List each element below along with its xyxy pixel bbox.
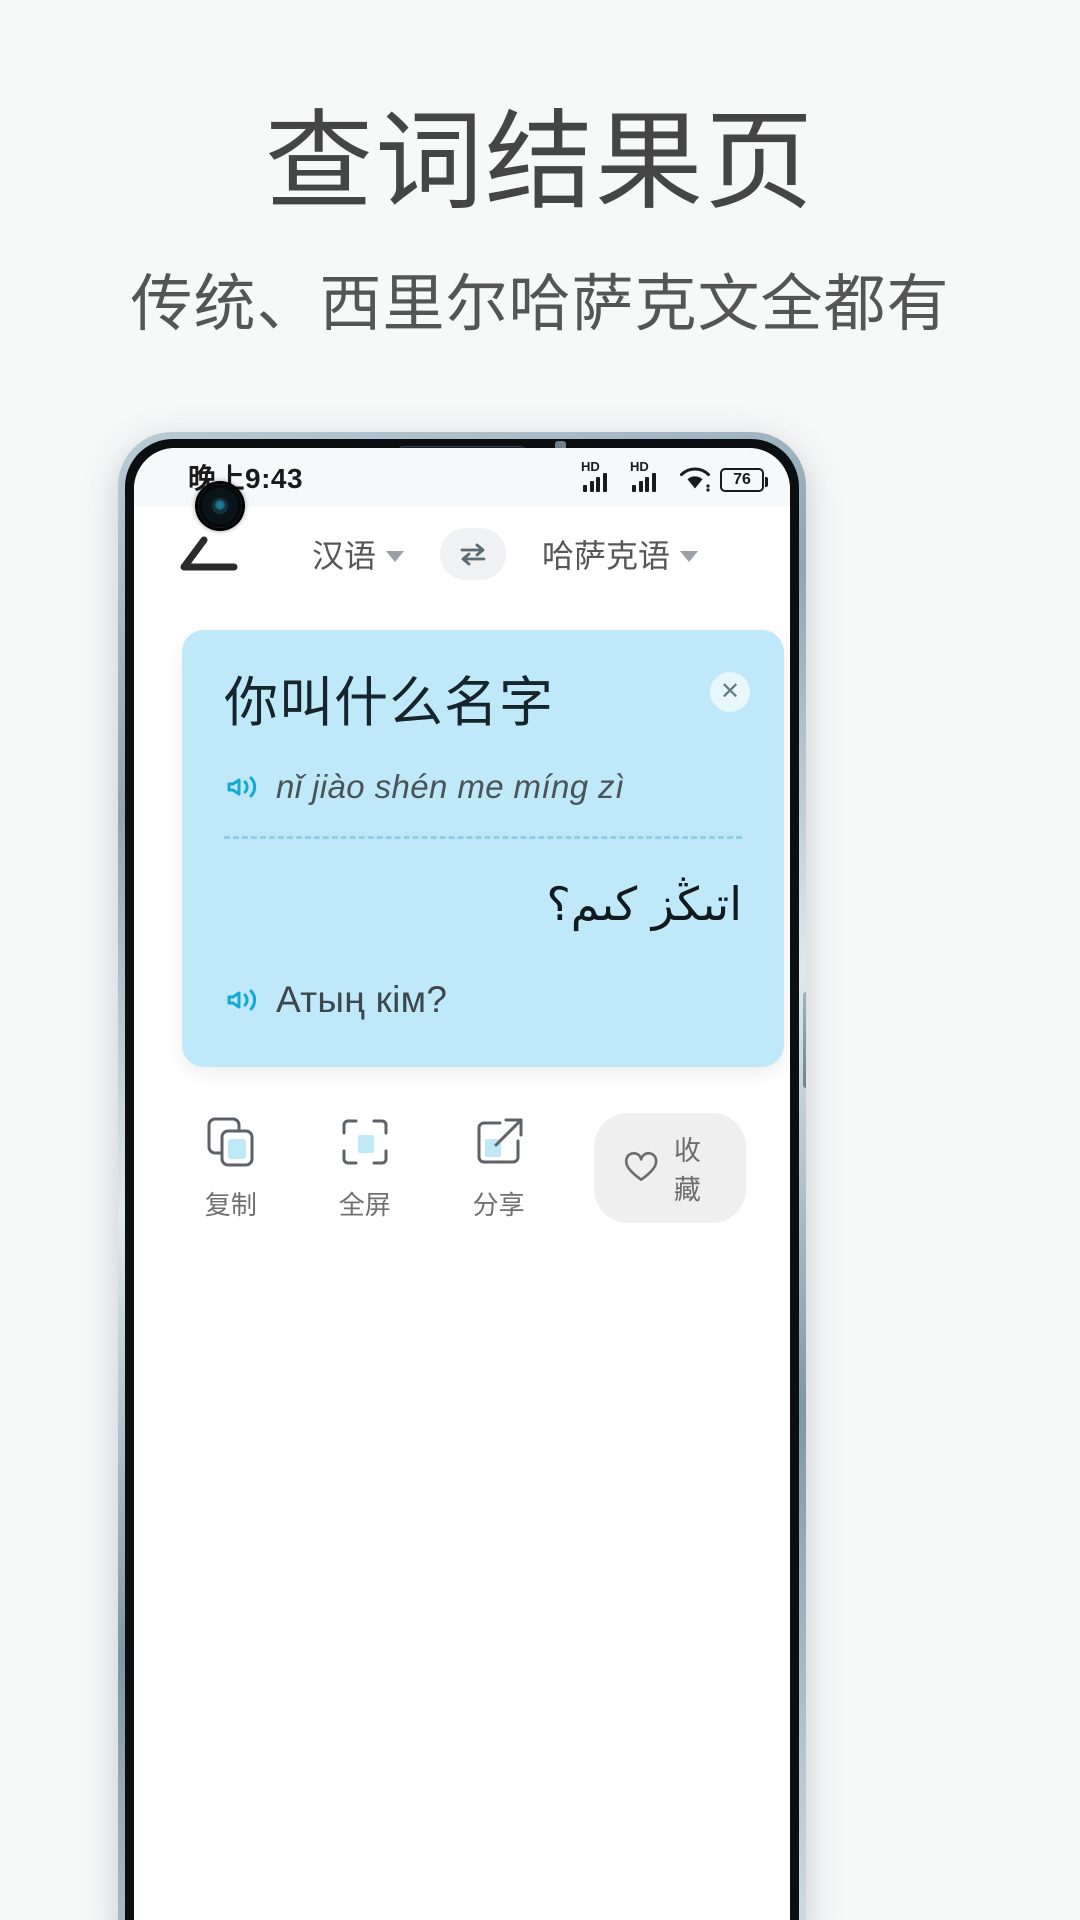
front-camera-punch-hole xyxy=(198,484,242,528)
status-icons: HD HD 76 xyxy=(581,459,768,492)
speaker-icon[interactable] xyxy=(224,770,262,804)
battery-icon: 76 xyxy=(720,468,768,492)
source-language-selector[interactable]: 汉语 xyxy=(312,531,404,577)
phone-bezel: 晚上9:43 HD HD 76 汉语 哈萨克语 ✕ 你叫什么名字 nǐ jiào… xyxy=(125,439,799,1920)
close-icon[interactable]: ✕ xyxy=(710,672,750,712)
signal-bars-2 xyxy=(632,473,656,492)
promo-page: 查词结果页 传统、西里尔哈萨克文全都有 晚上9:43 HD HD 76 汉语 哈… xyxy=(0,0,1080,1920)
speaker-icon-2[interactable] xyxy=(224,983,262,1017)
hd-signal-icon-2: HD xyxy=(630,459,670,492)
fullscreen-icon xyxy=(342,1119,388,1165)
signal-bars xyxy=(583,473,607,492)
pinyin-row: nǐ jiào shén me míng zì xyxy=(224,768,742,806)
wifi-icon xyxy=(679,466,711,492)
battery-percent: 76 xyxy=(733,471,751,488)
copy-button[interactable]: 复制 xyxy=(192,1113,270,1222)
phone-side-button xyxy=(803,992,806,1088)
pinyin-text: nǐ jiào shén me míng zì xyxy=(276,768,625,806)
share-label: 分享 xyxy=(472,1190,525,1221)
swap-arrows-icon xyxy=(460,543,486,566)
page-subtitle: 传统、西里尔哈萨克文全都有 xyxy=(130,270,950,339)
share-button[interactable]: 分享 xyxy=(460,1113,538,1222)
hd-signal-icon: HD xyxy=(581,459,621,492)
back-arrow-icon[interactable] xyxy=(164,519,250,589)
fullscreen-button[interactable]: 全屏 xyxy=(326,1113,404,1222)
translation-result-card: ✕ 你叫什么名字 nǐ jiào shén me míng zì اتىڭز ك… xyxy=(182,630,784,1068)
copy-icon xyxy=(207,1117,254,1167)
hd-label: HD xyxy=(581,459,600,474)
card-divider xyxy=(224,836,742,840)
target-language-label: 哈萨克语 xyxy=(542,538,671,574)
chevron-down-icon-2 xyxy=(680,551,699,562)
page-title: 查词结果页 xyxy=(264,101,815,222)
phone-screen: 晚上9:43 HD HD 76 汉语 哈萨克语 ✕ 你叫什么名字 nǐ jiào… xyxy=(134,448,790,1920)
copy-label: 复制 xyxy=(204,1190,257,1221)
cyrillic-row: Атың кім? xyxy=(224,979,742,1021)
hd-label-2: HD xyxy=(630,459,649,474)
cyrillic-text: Атың кім? xyxy=(276,979,448,1021)
swap-languages-button[interactable] xyxy=(440,528,506,580)
fullscreen-label: 全屏 xyxy=(338,1190,391,1221)
arabic-script-text: اتىڭز كىم؟ xyxy=(546,877,742,932)
target-language-selector[interactable]: 哈萨克语 xyxy=(542,531,699,577)
language-selector-group: 汉语 哈萨克语 xyxy=(250,528,760,580)
source-word-text: 你叫什么名字 xyxy=(224,673,554,733)
heart-icon xyxy=(624,1152,657,1182)
source-language-label: 汉语 xyxy=(311,538,376,574)
favorite-label: 收藏 xyxy=(673,1136,701,1206)
favorite-button[interactable]: 收藏 xyxy=(593,1113,746,1224)
action-toolbar: 复制 全屏 分享 收藏 xyxy=(134,1067,790,1224)
share-icon xyxy=(477,1118,523,1164)
chevron-down-icon xyxy=(386,551,404,562)
phone-mockup: 晚上9:43 HD HD 76 汉语 哈萨克语 ✕ 你叫什么名字 nǐ jiào… xyxy=(118,432,806,1920)
